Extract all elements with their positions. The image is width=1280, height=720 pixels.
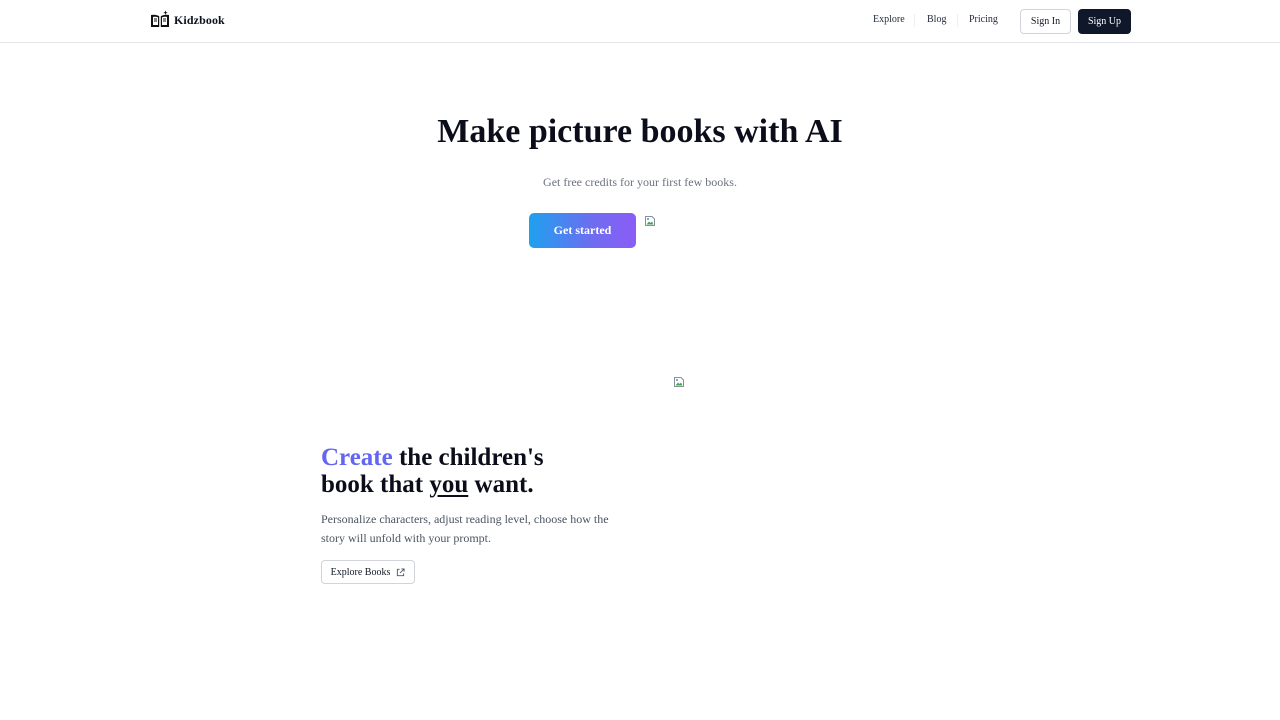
hero-title: Make picture books with AI xyxy=(437,113,843,150)
feature-title: Create the children's book that you want. xyxy=(321,444,641,498)
feature-title-accent: Create xyxy=(321,444,393,471)
nav-explore-link[interactable]: Explore xyxy=(873,14,905,25)
brand-name: Kidzbook xyxy=(174,12,225,27)
feature-title-part1: the children's xyxy=(392,444,544,471)
external-link-icon xyxy=(396,567,405,577)
feature-description: Personalize characters, adjust reading l… xyxy=(321,512,609,545)
brand-logo-link[interactable]: Kidzbook xyxy=(150,9,225,31)
nav-pricing-link[interactable]: Pricing xyxy=(969,14,998,25)
broken-image-icon xyxy=(644,215,656,227)
get-started-button[interactable]: Get started xyxy=(529,213,636,248)
hero-subtitle: Get free credits for your first few book… xyxy=(543,175,737,189)
nav-divider xyxy=(957,14,958,27)
feature-title-part3: want. xyxy=(468,471,534,498)
sign-up-button[interactable]: Sign Up xyxy=(1078,9,1131,34)
explore-books-button[interactable]: Explore Books xyxy=(321,560,415,584)
sign-in-button[interactable]: Sign In xyxy=(1020,9,1071,34)
broken-image-icon xyxy=(673,376,685,388)
book-icon xyxy=(150,10,170,30)
explore-books-label: Explore Books xyxy=(330,566,391,578)
feature-title-part2: book that xyxy=(321,471,430,498)
feature-title-underlined: you xyxy=(429,471,469,498)
top-navbar: Kidzbook Explore Blog Pricing Sign In Si… xyxy=(0,0,1280,43)
nav-blog-link[interactable]: Blog xyxy=(927,14,946,25)
nav-divider xyxy=(914,14,915,27)
